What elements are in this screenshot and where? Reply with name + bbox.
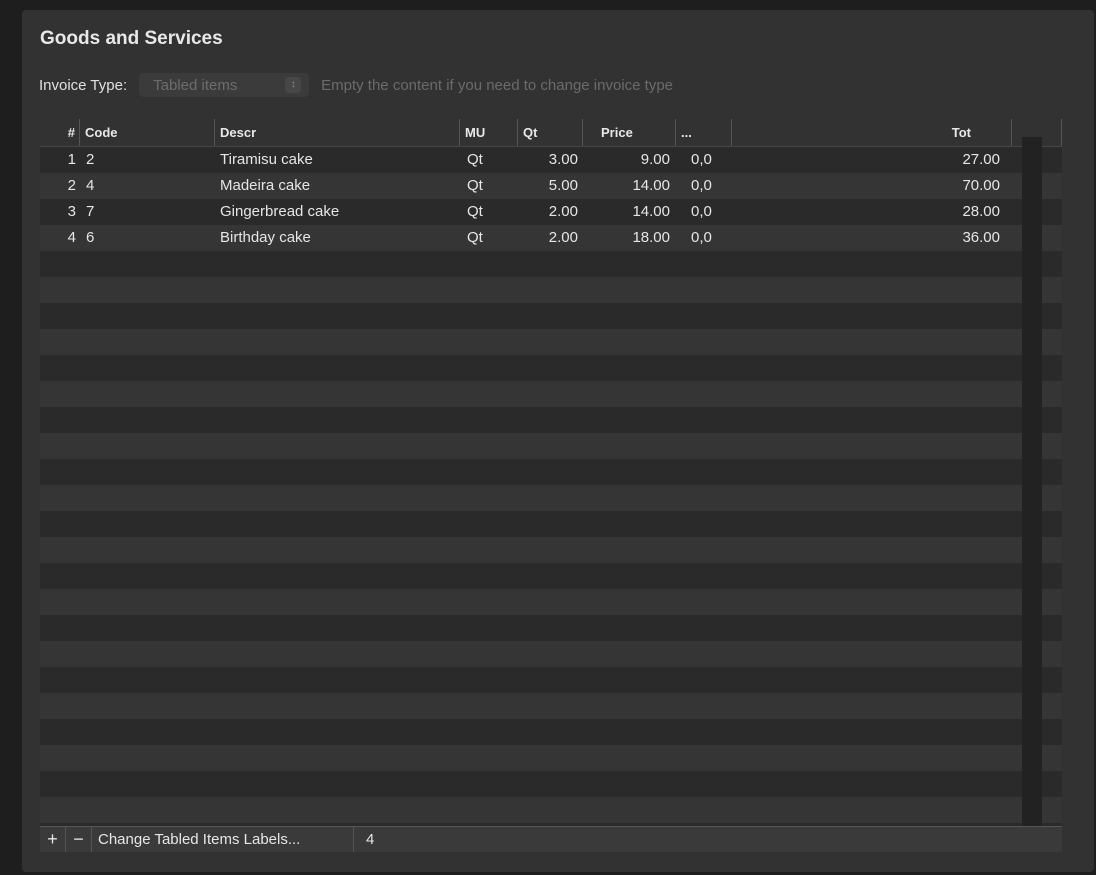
cell-qt[interactable]: 2.00	[518, 225, 578, 251]
empty-row[interactable]	[40, 459, 1062, 485]
cell-tot[interactable]: 27.00	[900, 147, 1000, 173]
col-header-index[interactable]: #	[40, 119, 80, 146]
empty-row[interactable]	[40, 329, 1062, 355]
cell-qt[interactable]: 5.00	[518, 173, 578, 199]
cell-descr[interactable]: Madeira cake	[220, 173, 455, 199]
item-count: 4	[366, 831, 375, 848]
col-header-descr[interactable]: Descr	[215, 119, 460, 146]
empty-row[interactable]	[40, 641, 1062, 667]
add-row-button[interactable]: +	[40, 827, 66, 852]
cell-code[interactable]: 6	[86, 225, 206, 251]
invoice-type-selected: Tabled items	[153, 76, 238, 94]
vertical-scrollbar[interactable]	[1022, 137, 1042, 826]
cell-mu[interactable]: Qt	[467, 147, 517, 173]
col-header-extra[interactable]: ...	[676, 119, 732, 146]
empty-row[interactable]	[40, 381, 1062, 407]
cell-code[interactable]: 4	[86, 173, 206, 199]
cell-idx[interactable]: 1	[40, 147, 76, 173]
empty-row[interactable]	[40, 537, 1062, 563]
cell-idx[interactable]: 4	[40, 225, 76, 251]
cell-mu[interactable]: Qt	[467, 199, 517, 225]
empty-row[interactable]	[40, 251, 1062, 277]
items-table: # Code Descr MU Qt Price ... Tot 1 2 Tiram…	[40, 119, 1062, 836]
cell-extra[interactable]: 0,0	[691, 199, 741, 225]
cell-idx[interactable]: 3	[40, 199, 76, 225]
empty-row[interactable]	[40, 277, 1062, 303]
cell-tot[interactable]: 70.00	[900, 173, 1000, 199]
empty-row[interactable]	[40, 407, 1062, 433]
empty-row[interactable]	[40, 615, 1062, 641]
invoice-type-row: Invoice Type: Tabled items ↕ Empty the c…	[39, 73, 673, 97]
empty-row[interactable]	[40, 485, 1062, 511]
col-header-tot[interactable]: Tot	[732, 119, 1012, 146]
table-row[interactable]: 4 6 Birthday cake Qt 2.00 18.00 0,0 36.00	[40, 225, 1062, 251]
empty-row[interactable]	[40, 355, 1062, 381]
empty-row[interactable]	[40, 719, 1062, 745]
empty-row[interactable]	[40, 303, 1062, 329]
cell-extra[interactable]: 0,0	[691, 147, 741, 173]
empty-row[interactable]	[40, 797, 1062, 823]
cell-price[interactable]: 9.00	[583, 147, 670, 173]
empty-row[interactable]	[40, 511, 1062, 537]
cell-tot[interactable]: 36.00	[900, 225, 1000, 251]
invoice-type-hint: Empty the content if you need to change …	[321, 76, 674, 94]
col-header-price[interactable]: Price	[583, 119, 676, 146]
cell-tot[interactable]: 28.00	[900, 199, 1000, 225]
table-row[interactable]: 3 7 Gingerbread cake Qt 2.00 14.00 0,0 28.00	[40, 199, 1062, 225]
cell-descr[interactable]: Tiramisu cake	[220, 147, 455, 173]
cell-idx[interactable]: 2	[40, 173, 76, 199]
empty-row[interactable]	[40, 589, 1062, 615]
cell-price[interactable]: 14.00	[583, 199, 670, 225]
invoice-type-select[interactable]: Tabled items ↕	[139, 73, 310, 97]
table-row[interactable]: 1 2 Tiramisu cake Qt 3.00 9.00 0,0 27.00	[40, 147, 1062, 173]
cell-descr[interactable]: Gingerbread cake	[220, 199, 455, 225]
remove-row-button[interactable]: −	[66, 827, 92, 852]
empty-row[interactable]	[40, 745, 1062, 771]
cell-qt[interactable]: 3.00	[518, 147, 578, 173]
cell-extra[interactable]: 0,0	[691, 173, 741, 199]
col-header-qt[interactable]: Qt	[518, 119, 583, 146]
table-row[interactable]: 2 4 Madeira cake Qt 5.00 14.00 0,0 70.00	[40, 173, 1062, 199]
col-header-mu[interactable]: MU	[460, 119, 518, 146]
empty-row[interactable]	[40, 667, 1062, 693]
goods-services-panel: Goods and Services Invoice Type: Tabled …	[22, 10, 1094, 872]
cell-mu[interactable]: Qt	[467, 173, 517, 199]
change-labels-button[interactable]: Change Tabled Items Labels...	[92, 827, 354, 852]
empty-row[interactable]	[40, 433, 1062, 459]
empty-row[interactable]	[40, 563, 1062, 589]
table-body[interactable]: 1 2 Tiramisu cake Qt 3.00 9.00 0,0 27.00 2 4 Madei…	[40, 147, 1062, 836]
cell-extra[interactable]: 0,0	[691, 225, 741, 251]
table-footer: + − Change Tabled Items Labels... 4	[40, 826, 1062, 852]
cell-mu[interactable]: Qt	[467, 225, 517, 251]
col-header-code[interactable]: Code	[80, 119, 215, 146]
chevron-updown-icon: ↕	[285, 77, 302, 93]
cell-code[interactable]: 7	[86, 199, 206, 225]
empty-row[interactable]	[40, 693, 1062, 719]
table-header: # Code Descr MU Qt Price ... Tot	[40, 119, 1062, 147]
cell-code[interactable]: 2	[86, 147, 206, 173]
empty-row[interactable]	[40, 771, 1062, 797]
invoice-type-label: Invoice Type:	[39, 76, 128, 94]
cell-descr[interactable]: Birthday cake	[220, 225, 455, 251]
cell-price[interactable]: 14.00	[583, 173, 670, 199]
cell-qt[interactable]: 2.00	[518, 199, 578, 225]
cell-price[interactable]: 18.00	[583, 225, 670, 251]
section-title: Goods and Services	[40, 28, 223, 49]
